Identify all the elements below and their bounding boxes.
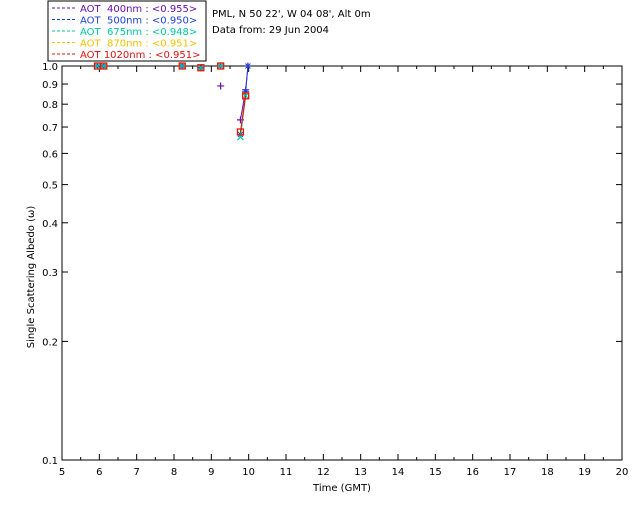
- x-tick-label: 5: [59, 467, 65, 478]
- legend-entry: AOT 675nm : <0.948>: [80, 27, 197, 38]
- series-group: [93, 62, 252, 124]
- y-tick-label: 0.2: [42, 337, 58, 348]
- data-point: [244, 62, 252, 70]
- x-tick-label: 7: [133, 467, 139, 478]
- x-tick-label: 6: [96, 467, 102, 478]
- x-tick-label: 17: [504, 467, 517, 478]
- header-location: PML, N 50 22', W 04 08', Alt 0m: [212, 9, 371, 20]
- x-tick-label: 9: [208, 467, 214, 478]
- legend-entry: AOT 1020nm : <0.951>: [80, 50, 200, 61]
- x-tick-label: 16: [466, 467, 479, 478]
- x-tick-label: 13: [354, 467, 367, 478]
- header-date: Data from: 29 Jun 2004: [212, 25, 329, 36]
- data-marks: [93, 62, 252, 141]
- legend-entry: AOT 870nm : <0.951>: [80, 39, 197, 50]
- x-tick-label: 14: [392, 467, 405, 478]
- legend-entry: AOT 500nm : <0.950>: [80, 16, 197, 27]
- legend-entry: AOT 400nm : <0.955>: [80, 4, 197, 15]
- y-tick-label: 0.1: [42, 456, 58, 467]
- y-tick-label: 0.6: [42, 149, 58, 160]
- y-tick-label: 0.4: [42, 219, 58, 230]
- x-tick-label: 19: [578, 467, 591, 478]
- y-tick-label: 0.8: [42, 100, 58, 111]
- y-tick-label: 0.9: [42, 80, 58, 91]
- series-group: [93, 62, 252, 139]
- chart: AOT 400nm : <0.955>AOT 500nm : <0.950>AO…: [26, 0, 628, 494]
- series-group: [94, 62, 250, 141]
- x-tick-label: 20: [616, 467, 629, 478]
- y-tick-label: 0.5: [42, 181, 58, 192]
- x-tick-label: 18: [541, 467, 554, 478]
- y-tick-label: 1.0: [42, 62, 58, 73]
- series-group: [93, 62, 250, 136]
- x-tick-label: 12: [317, 467, 330, 478]
- x-tick-label: 15: [429, 467, 442, 478]
- plot-area: [61, 65, 623, 461]
- x-tick-label: 10: [242, 467, 255, 478]
- y-tick-label: 0.3: [42, 268, 58, 279]
- x-axis-label: Time (GMT): [312, 483, 371, 494]
- data-point: [217, 82, 225, 90]
- x-tick-label: 11: [280, 467, 293, 478]
- axes: 5 6 7 8 9 10 11 12 13 14 15 16 17 18 19 20 1.0 0.9 0.8 0.7 0…: [42, 62, 628, 478]
- y-tick-label: 0.7: [42, 123, 58, 134]
- y-axis-label: Single Scattering Albedo (ω): [26, 206, 37, 349]
- series-group: [93, 62, 250, 136]
- x-tick-label: 8: [171, 467, 177, 478]
